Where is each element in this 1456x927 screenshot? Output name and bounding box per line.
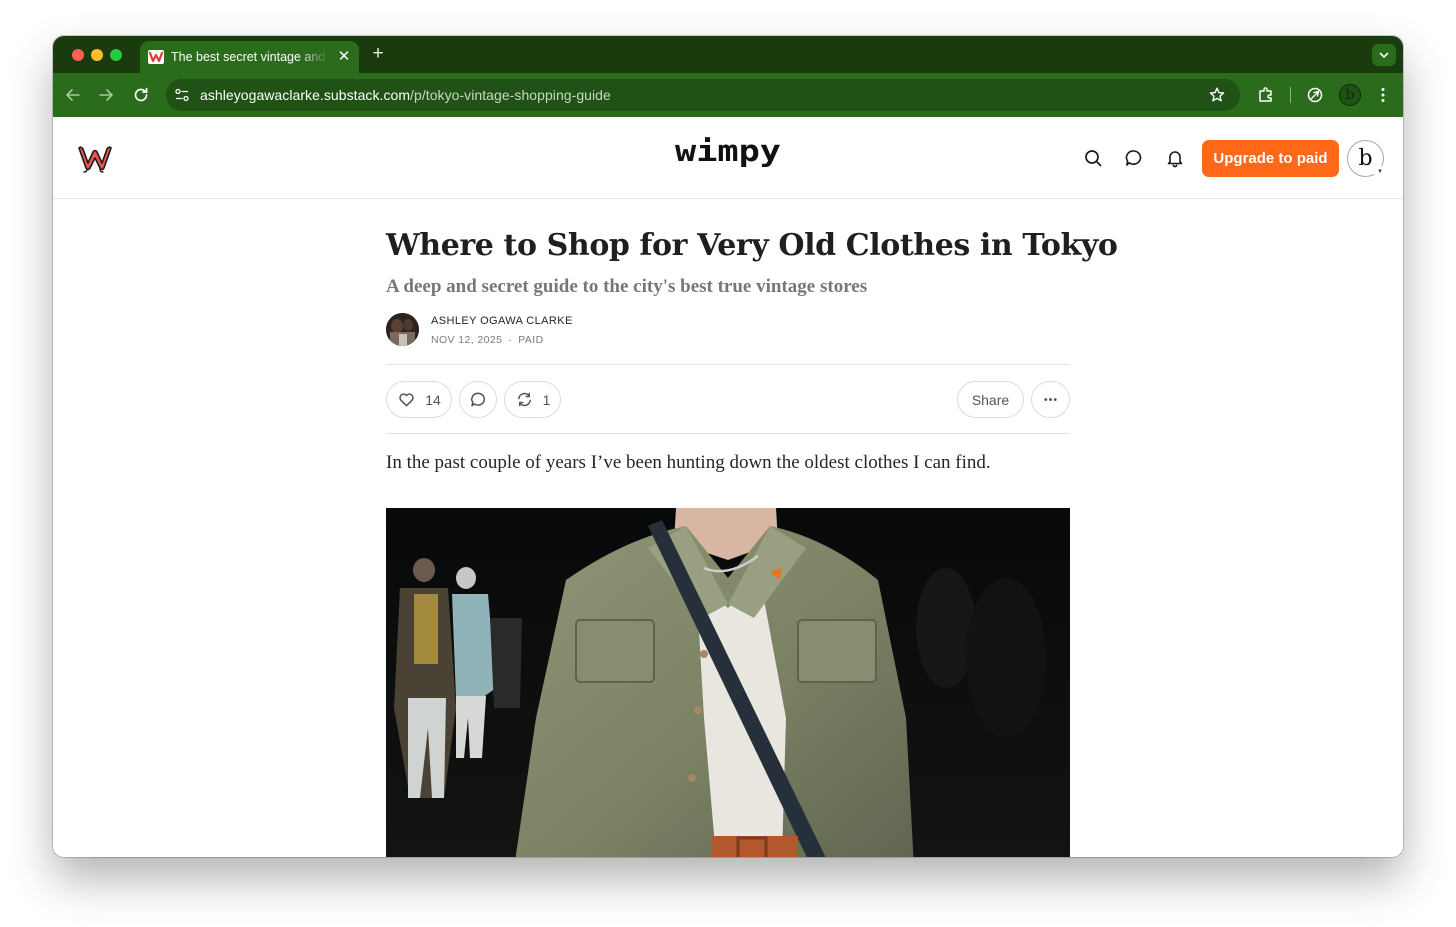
post-subtitle: A deep and secret guide to the city's be… [386, 276, 868, 297]
browser-toolbar: ashleyogawaclarke.substack.com/p/tokyo-v… [53, 73, 1403, 117]
divider [386, 433, 1070, 434]
comment-icon [470, 392, 485, 407]
zoom-window-button[interactable] [110, 49, 122, 61]
restack-button[interactable]: 1 [504, 381, 561, 418]
tab-strip: The best secret vintage and antique clot… [53, 36, 1403, 73]
reload-icon[interactable] [131, 85, 151, 105]
forward-arrow-icon[interactable] [96, 85, 116, 105]
like-count: 14 [425, 391, 441, 408]
chat-icon[interactable] [1124, 148, 1144, 168]
tab-title: The best secret vintage and antique clot… [171, 50, 329, 64]
restack-icon [517, 392, 531, 407]
performance-icon[interactable] [1305, 85, 1325, 105]
wimpy-logo-icon[interactable] [76, 143, 114, 173]
chevron-down-icon[interactable]: ▾ [1374, 166, 1386, 178]
url-path: /p/tokyo-vintage-shopping-guide [410, 87, 611, 103]
browser-window: The best secret vintage and antique clot… [53, 36, 1403, 857]
restack-count: 1 [542, 391, 551, 408]
heart-icon [399, 393, 414, 407]
toolbar-separator [1290, 87, 1291, 103]
kebab-menu-icon[interactable] [1373, 85, 1393, 105]
divider [386, 364, 1070, 365]
site-info-icon[interactable] [174, 87, 190, 103]
tab-dropdown-button[interactable] [1372, 44, 1396, 66]
hero-photo [386, 508, 1070, 857]
wimpy-favicon-icon [148, 50, 164, 64]
author-avatar[interactable] [386, 313, 419, 346]
profile-avatar[interactable]: b [1339, 84, 1361, 106]
bookmark-star-icon[interactable] [1208, 86, 1226, 104]
new-tab-button[interactable]: + [369, 44, 387, 63]
search-icon[interactable] [1083, 148, 1103, 168]
site-wordmark[interactable]: wimpy [673, 135, 785, 177]
extensions-icon[interactable] [1256, 85, 1276, 105]
post-access: PAID [518, 334, 544, 346]
post-title: Where to Shop for Very Old Clothes in To… [386, 228, 1118, 263]
share-button[interactable]: Share [957, 381, 1024, 418]
share-label: Share [971, 391, 1010, 408]
comment-button[interactable] [459, 381, 497, 418]
like-button[interactable]: 14 [386, 381, 452, 418]
back-arrow-icon[interactable] [63, 85, 83, 105]
post-paragraph: In the past couple of years I’ve been hu… [386, 452, 991, 473]
url-host: ashleyogawaclarke.substack.com [200, 87, 411, 103]
address-bar[interactable]: ashleyogawaclarke.substack.com/p/tokyo-v… [166, 79, 1240, 111]
tab-dropdown-icon [1379, 52, 1389, 58]
more-options-button[interactable] [1031, 381, 1070, 418]
close-window-button[interactable] [72, 49, 84, 61]
wordmark-text: wimpy [675, 135, 781, 168]
upgrade-button[interactable]: Upgrade to paid [1202, 140, 1339, 177]
hero-image[interactable] [386, 508, 1070, 857]
author-name[interactable]: ASHLEY OGAWA CLARKE [431, 315, 573, 327]
site-header: wimpy Upgrade to paid b ▾ [53, 117, 1403, 199]
minimize-window-button[interactable] [91, 49, 103, 61]
bell-icon[interactable] [1165, 148, 1185, 168]
post-date: NOV 12, 2025 [431, 334, 503, 346]
close-tab-icon[interactable]: ✕ [336, 49, 352, 65]
ellipsis-icon [1044, 398, 1057, 401]
post-meta: NOV 12, 2025 · PAID [431, 334, 544, 346]
url-text: ashleyogawaclarke.substack.com/p/tokyo-v… [200, 87, 611, 103]
page-viewport: wimpy Upgrade to paid b ▾ Where to Shop … [53, 117, 1403, 857]
active-tab[interactable]: The best secret vintage and antique clot… [140, 41, 359, 73]
meta-separator: · [508, 334, 513, 346]
